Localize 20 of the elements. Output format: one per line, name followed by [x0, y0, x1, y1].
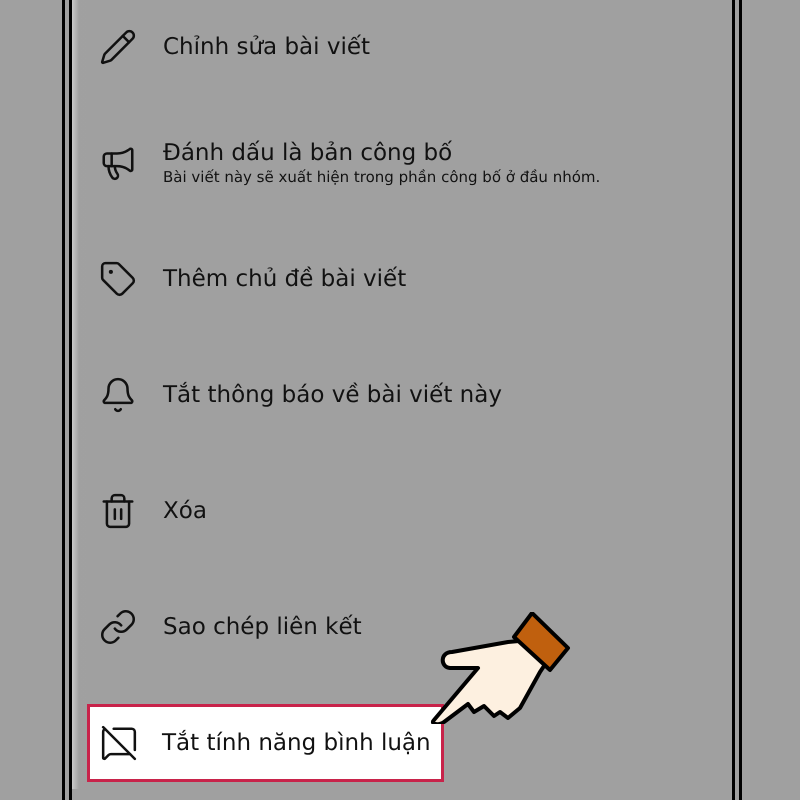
menu-item-description: Bài viết này sẽ xuất hiện trong phần công bố ở đầu nhóm. [163, 168, 600, 187]
menu-item-label: Sao chép liên kết [163, 612, 362, 642]
pencil-icon [99, 28, 137, 66]
menu-item-label: Tắt tính năng bình luận [162, 728, 431, 758]
menu-item-label: Thêm chủ đề bài viết [163, 264, 406, 294]
menu-item[interactable]: Sao chép liên kết [99, 608, 362, 646]
menu-item-label: Tắt thông báo về bài viết này [163, 380, 502, 410]
hand-pointer-icon [428, 612, 572, 724]
menu-item[interactable]: Chỉnh sửa bài viết [99, 28, 370, 66]
menu-item[interactable]: Thêm chủ đề bài viết [99, 260, 406, 298]
link-icon [99, 608, 137, 646]
menu-item[interactable]: Tắt thông báo về bài viết này [99, 376, 502, 414]
menu-item-label: Xóa [163, 496, 207, 526]
menu-item[interactable]: Đánh dấu là bản công bố Bài viết này sẽ xuất hiện trong phần công bố ở đầu nhóm. [99, 139, 600, 187]
menu-item-label: Chỉnh sửa bài viết [163, 32, 370, 62]
menu-item-label: Đánh dấu là bản công bố [163, 139, 454, 168]
tag-icon [99, 260, 137, 298]
comment-off-icon [100, 724, 138, 762]
highlighted-menu-item[interactable]: Tắt tính năng bình luận [87, 704, 444, 782]
menu-item[interactable]: Xóa [99, 492, 207, 530]
